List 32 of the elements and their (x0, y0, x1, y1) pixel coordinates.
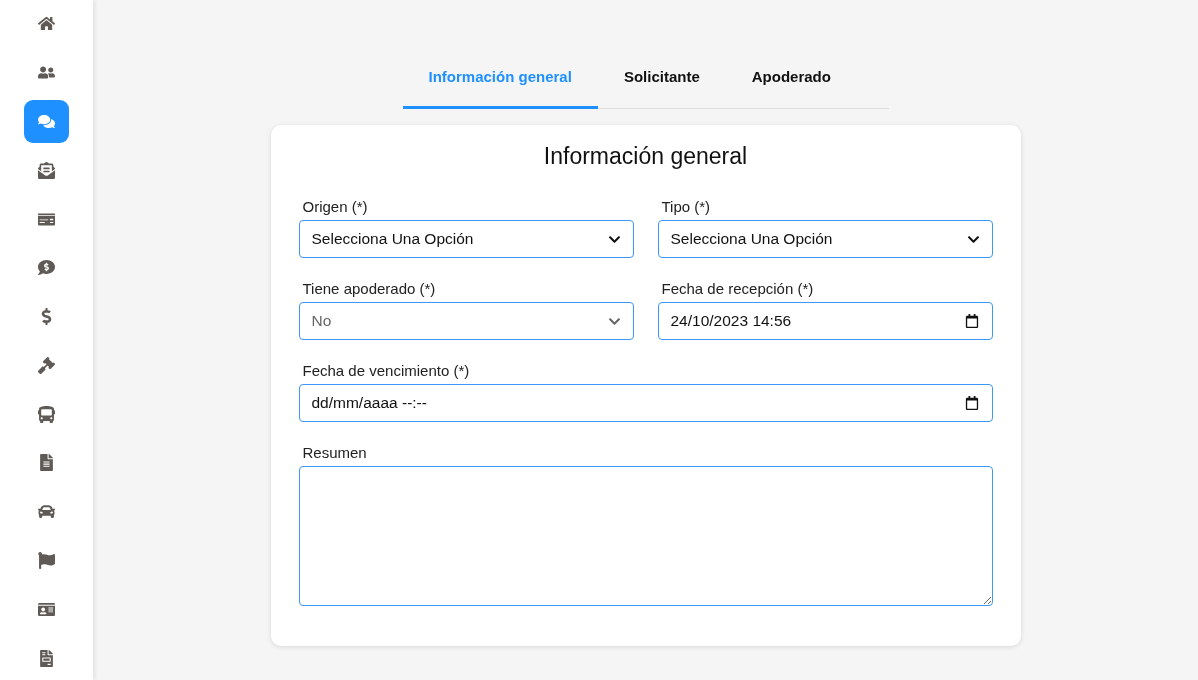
select-value: No (311, 312, 332, 330)
date-field[interactable]: 24/10/2023 14:56 (657, 302, 993, 340)
envelope-icon (38, 161, 55, 179)
textarea-field[interactable] (298, 466, 993, 606)
field-label: Tipo (*) (660, 198, 712, 215)
select-field[interactable]: No (298, 302, 634, 340)
field-label: Fecha de vencimiento (*) (301, 362, 471, 379)
form-title: Información general (542, 143, 749, 170)
sidebar-button[interactable] (24, 99, 69, 144)
chat-bubbles-icon (38, 112, 55, 130)
select-value: Selecciona Una Opción (311, 230, 474, 248)
tab[interactable]: Apoderado (725, 52, 857, 109)
calendar-icon[interactable] (964, 396, 979, 410)
tab[interactable]: Solicitante (597, 52, 726, 109)
car-icon (38, 503, 55, 521)
document-icon (38, 454, 55, 472)
select-field[interactable]: Selecciona Una Opción (657, 220, 993, 258)
id-card-icon (38, 600, 55, 618)
date-field[interactable]: dd/mm/aaaa --:-- (298, 384, 993, 422)
field-label: Tiene apoderado (*) (301, 280, 437, 297)
calendar-icon[interactable] (964, 314, 979, 328)
home-icon (38, 15, 55, 33)
gavel-icon (38, 356, 55, 374)
bus-icon (38, 405, 55, 423)
select-value: Selecciona Una Opción (670, 230, 833, 248)
dollar-bubble-icon (38, 259, 55, 277)
field-label: Resumen (301, 444, 368, 461)
select-field[interactable]: Selecciona Una Opción (298, 220, 634, 258)
field-label: Fecha de recepción (*) (660, 280, 815, 297)
flag-icon (38, 552, 55, 569)
field-label: Origen (*) (301, 198, 369, 215)
file-icon (38, 649, 55, 667)
